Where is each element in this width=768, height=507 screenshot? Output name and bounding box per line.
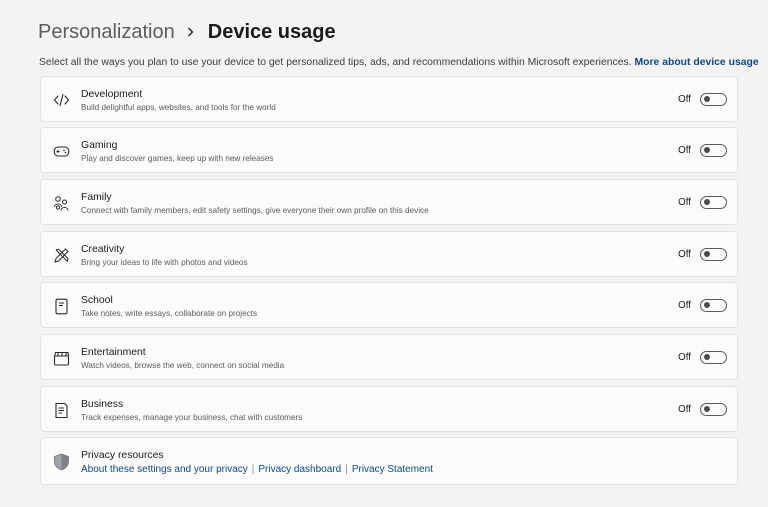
toggle-state-label: Off [678,300,691,311]
toggle-knob [704,406,710,413]
setting-title: Creativity [81,244,125,255]
more-about-device-usage-link[interactable]: More about device usage [634,57,758,68]
setting-subtitle: Connect with family members, edit safety… [81,206,429,215]
school-toggle[interactable] [700,299,727,312]
setting-subtitle: Build delightful apps, websites, and too… [81,103,276,112]
gamepad-icon [52,142,70,160]
setting-card-school: School Take notes, write essays, collabo… [40,282,738,328]
toggle-knob [704,147,710,154]
entertainment-toggle[interactable] [700,351,727,364]
breadcrumb: Personalization Device usage [38,18,336,46]
shield-icon [53,453,70,471]
clapperboard-icon [52,349,70,367]
toggle-knob [704,199,710,206]
about-settings-privacy-link[interactable]: About these settings and your privacy [81,464,248,475]
setting-title: Development [81,89,143,100]
setting-title: Family [81,192,112,203]
notebook-icon [52,297,70,315]
link-divider: | [251,464,255,475]
description-text: Select all the ways you plan to use your… [39,57,632,68]
setting-card-entertainment: Entertainment Watch videos, browse the w… [40,334,738,380]
setting-subtitle: Take notes, write essays, collaborate on… [81,309,258,318]
setting-title: School [81,295,113,306]
business-toggle[interactable] [700,403,727,416]
setting-subtitle: Track expenses, manage your business, ch… [81,413,303,422]
link-divider: | [345,464,348,475]
chevron-right-icon [187,27,194,37]
page-description: Select all the ways you plan to use your… [39,57,759,68]
family-toggle[interactable] [700,196,727,209]
setting-title: Gaming [81,140,118,151]
setting-subtitle: Watch videos, browse the web, connect on… [81,361,285,370]
toggle-state-label: Off [678,197,691,208]
toggle-knob [704,96,710,103]
pen-ruler-icon [52,246,70,264]
setting-card-gaming: Gaming Play and discover games, keep up … [40,127,738,173]
privacy-links: About these settings and your privacy | Pr… [81,464,433,475]
setting-card-business: Business Track expenses, manage your bus… [40,386,738,432]
setting-title: Entertainment [81,347,146,358]
toggle-state-label: Off [678,352,691,363]
privacy-statement-link[interactable]: Privacy Statement [352,464,433,475]
receipt-icon [52,401,70,419]
toggle-state-label: Off [678,145,691,156]
privacy-resources-card: Privacy resources About these settings a… [40,437,738,485]
toggle-knob [704,251,710,258]
code-icon [52,91,70,109]
toggle-knob [704,302,710,309]
toggle-knob [704,354,710,361]
page-title: Device usage [207,20,336,43]
toggle-state-label: Off [678,94,691,105]
family-icon [52,194,70,212]
privacy-resources-title: Privacy resources [81,450,164,461]
privacy-dashboard-link[interactable]: Privacy dashboard [258,464,341,475]
setting-card-creativity: Creativity Bring your ideas to life with… [40,231,738,277]
toggle-state-label: Off [678,249,691,260]
setting-card-family: Family Connect with family members, edit… [40,179,738,225]
setting-subtitle: Play and discover games, keep up with ne… [81,154,274,163]
gaming-toggle[interactable] [700,144,727,157]
development-toggle[interactable] [700,93,727,106]
setting-card-development: Development Build delightful apps, websi… [40,76,738,122]
setting-subtitle: Bring your ideas to life with photos and… [81,258,248,267]
toggle-state-label: Off [678,404,691,415]
creativity-toggle[interactable] [700,248,727,261]
breadcrumb-personalization[interactable]: Personalization [38,21,175,44]
setting-title: Business [81,399,124,410]
